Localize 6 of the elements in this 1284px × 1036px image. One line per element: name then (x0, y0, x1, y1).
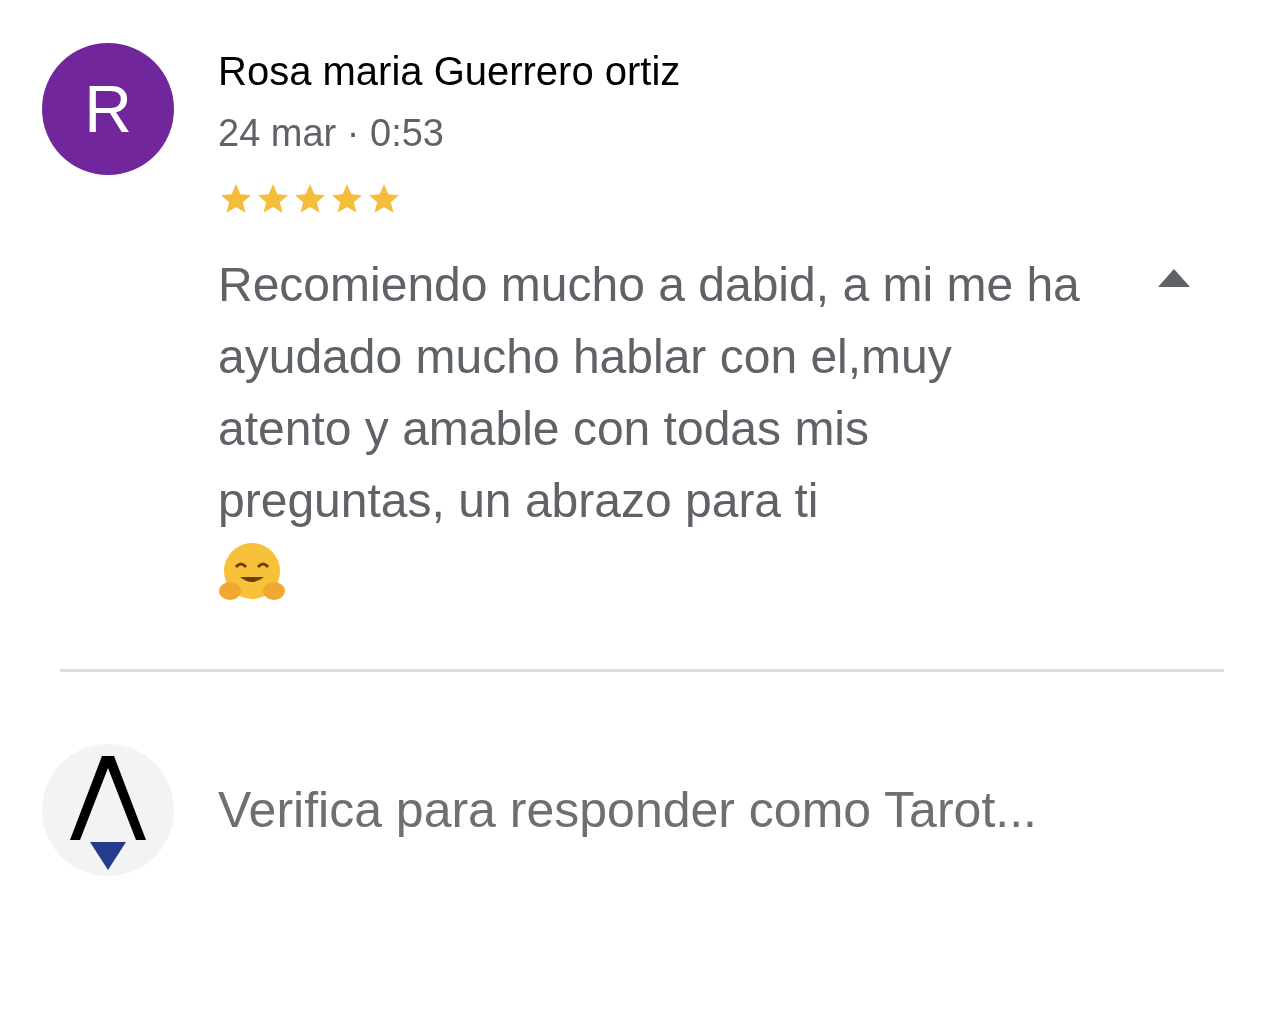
collapse-caret-icon[interactable] (1158, 269, 1190, 287)
review-text: Recomiendo mucho a dabid, a mi me ha ayudado mucho hablar con el,muy atento y amable con todas mis preguntas, un abrazo para ti (218, 257, 1081, 529)
avatar: R (42, 43, 174, 175)
reply-prompt[interactable]: Verifica para responder como Tarot... (218, 781, 1037, 839)
author-name: Rosa maria Guerrero ortiz (218, 49, 682, 94)
review-date: 24 mar · 0:53 (218, 112, 445, 155)
